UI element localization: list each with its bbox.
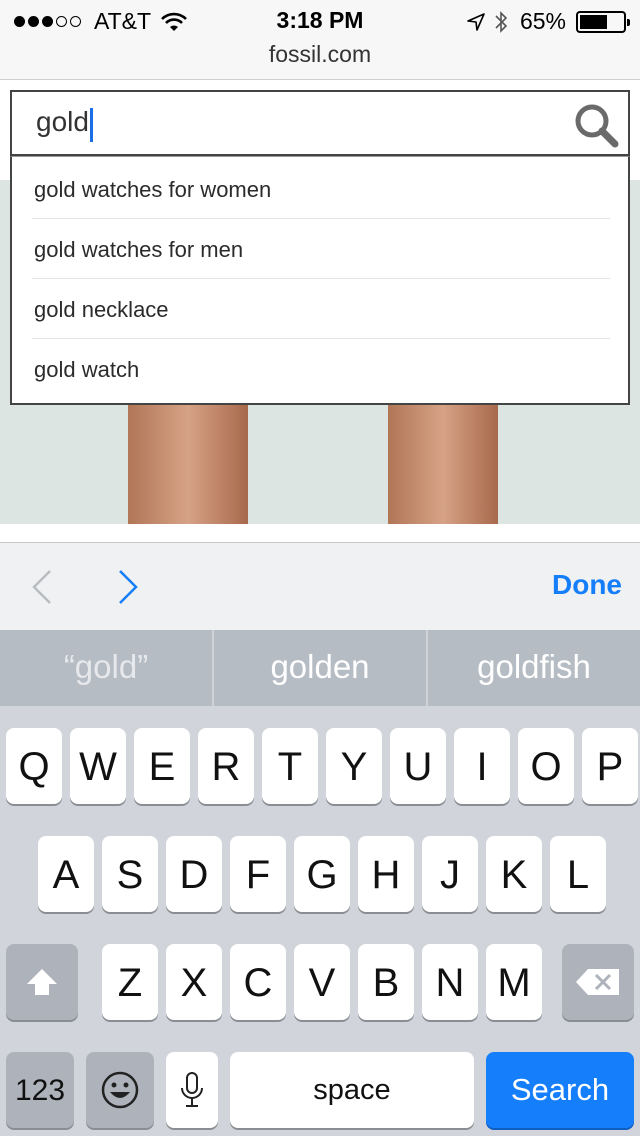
suggestion-item[interactable]: gold watches for men [32,219,610,279]
key-p[interactable]: P [582,728,638,804]
prediction-item[interactable]: “gold” [0,630,212,706]
key-i[interactable]: I [454,728,510,804]
key-t[interactable]: T [262,728,318,804]
key-f[interactable]: F [230,836,286,912]
key-o[interactable]: O [518,728,574,804]
key-g[interactable]: G [294,836,350,912]
key-z[interactable]: Z [102,944,158,1020]
key-m[interactable]: M [486,944,542,1020]
microphone-icon [181,1072,203,1107]
key-w[interactable]: W [70,728,126,804]
search-key[interactable]: Search [486,1052,634,1128]
address-bar[interactable]: fossil.com [0,40,640,80]
suggestion-item[interactable]: gold necklace [32,279,610,339]
status-right: 65% [466,8,630,35]
key-l[interactable]: L [550,836,606,912]
delete-key[interactable] [562,944,634,1020]
key-a[interactable]: A [38,836,94,912]
bluetooth-icon [495,10,508,33]
shift-key[interactable] [6,944,78,1020]
key-h[interactable]: H [358,836,414,912]
predictive-bar: “gold” golden goldfish [0,630,640,706]
previous-field-icon[interactable] [22,567,62,607]
key-e[interactable]: E [134,728,190,804]
dictation-key[interactable] [166,1052,218,1128]
key-q[interactable]: Q [6,728,62,804]
emoji-key[interactable] [86,1052,154,1128]
done-button[interactable]: Done [552,569,622,601]
backspace-icon [576,969,619,995]
key-d[interactable]: D [166,836,222,912]
key-r[interactable]: R [198,728,254,804]
key-x[interactable]: X [166,944,222,1020]
key-u[interactable]: U [390,728,446,804]
space-key[interactable]: space [230,1052,474,1128]
key-y[interactable]: Y [326,728,382,804]
battery-percent: 65% [519,8,566,34]
address-domain[interactable]: fossil.com [0,41,640,68]
search-input-value[interactable]: gold [36,106,89,138]
shift-icon [27,969,57,995]
numbers-key[interactable]: 123 [6,1052,74,1128]
key-k[interactable]: K [486,836,542,912]
status-bar: AT&T 3:18 PM 65% [0,0,640,40]
form-assistant-bar: Done [0,542,640,630]
suggestion-item[interactable]: gold watch [32,339,610,399]
key-b[interactable]: B [358,944,414,1020]
key-n[interactable]: N [422,944,478,1020]
prediction-item[interactable]: goldfish [428,630,640,706]
key-j[interactable]: J [422,836,478,912]
search-icon[interactable] [572,101,620,149]
search-input[interactable]: gold [10,90,630,156]
battery-icon [576,10,630,33]
emoji-icon [101,1071,139,1109]
search-suggestions: gold watches for women gold watches for … [10,156,630,405]
key-v[interactable]: V [294,944,350,1020]
prediction-item[interactable]: golden [214,630,426,706]
location-arrow-icon [467,12,485,31]
suggestion-item[interactable]: gold watches for women [32,159,610,219]
next-field-icon[interactable] [108,567,148,607]
key-c[interactable]: C [230,944,286,1020]
text-cursor [90,108,93,142]
key-s[interactable]: S [102,836,158,912]
keyboard: “gold” golden goldfish Q W E R T Y U I O… [0,630,640,1136]
